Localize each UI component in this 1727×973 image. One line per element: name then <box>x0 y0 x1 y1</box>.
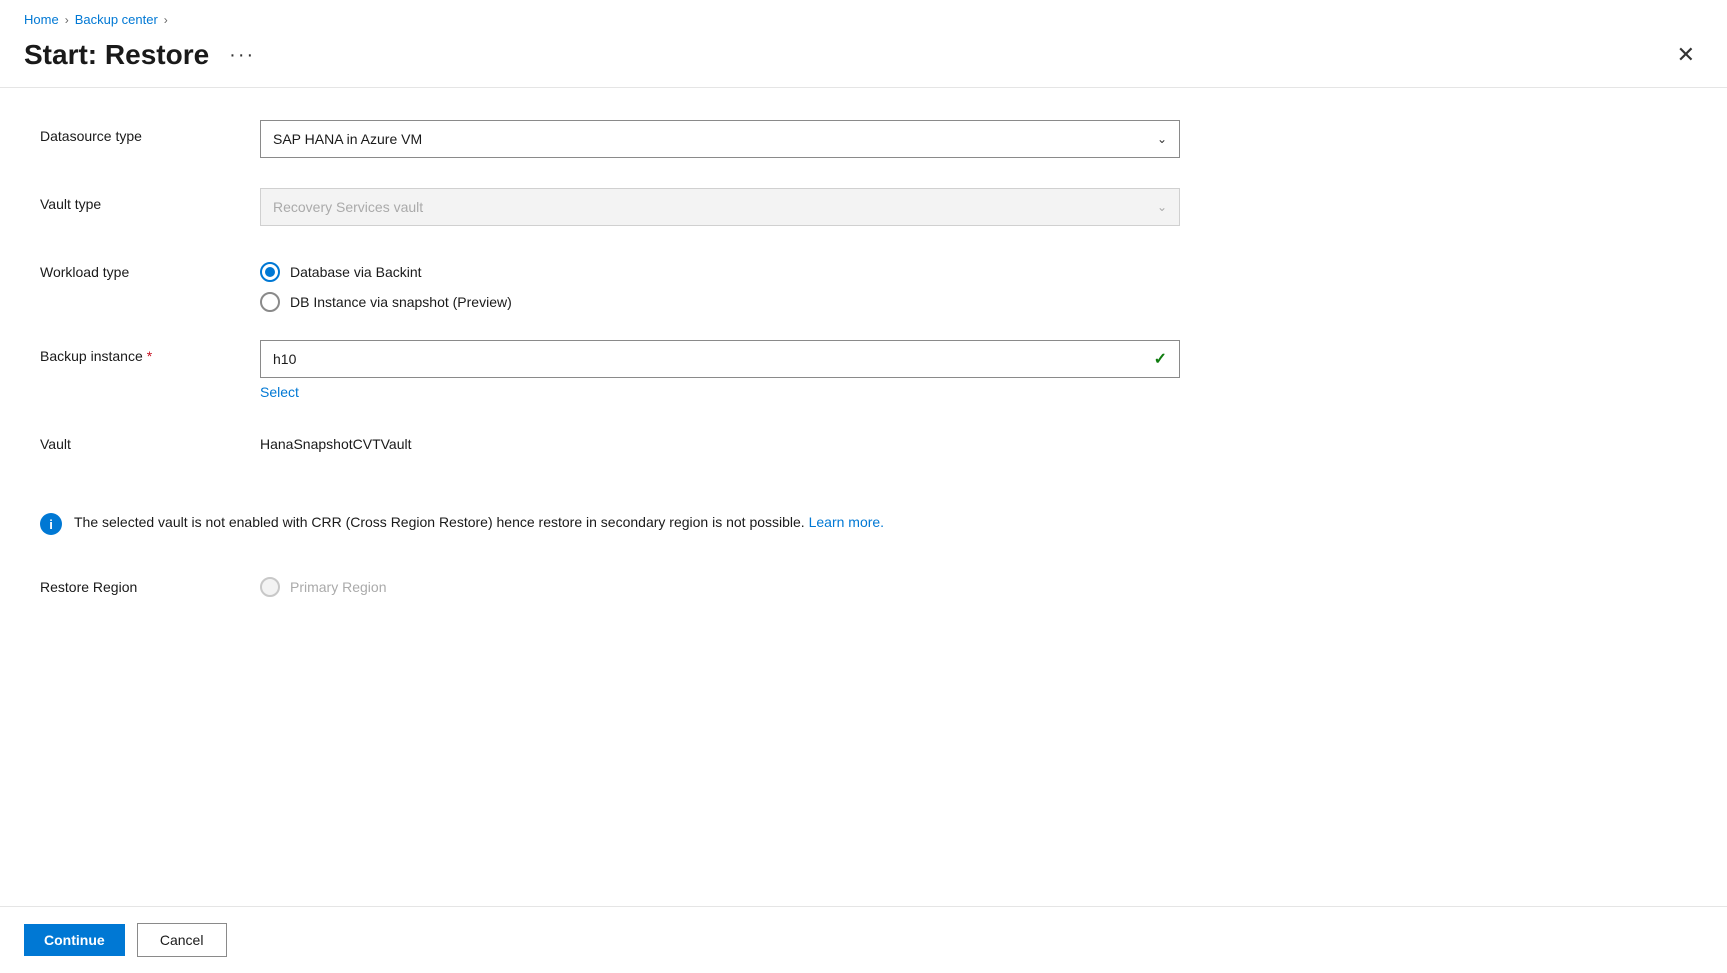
radio-snapshot-circle <box>260 292 280 312</box>
workload-type-label: Workload type <box>40 256 260 280</box>
vault-label: Vault <box>40 428 260 452</box>
restore-region-radio-group: Primary Region <box>260 571 1180 597</box>
header-left: Start: Restore ··· <box>24 39 263 71</box>
chevron-down-icon: ⌄ <box>1157 132 1167 146</box>
page-title: Start: Restore <box>24 39 209 71</box>
restore-region-row: Restore Region Primary Region <box>40 571 1687 611</box>
workload-type-radio-group: Database via Backint DB Instance via sna… <box>260 256 1180 312</box>
continue-button[interactable]: Continue <box>24 924 125 956</box>
more-options-button[interactable]: ··· <box>221 40 263 71</box>
chevron-down-icon: ⌄ <box>1157 200 1167 214</box>
workload-type-control: Database via Backint DB Instance via sna… <box>260 256 1180 312</box>
restore-region-primary-label: Primary Region <box>290 579 386 595</box>
backup-instance-control: h10 ✓ Select <box>260 340 1180 400</box>
vault-control: HanaSnapshotCVTVault <box>260 428 1180 452</box>
restore-region-label: Restore Region <box>40 571 260 595</box>
datasource-type-value: SAP HANA in Azure VM <box>273 131 422 147</box>
backup-instance-input: h10 ✓ <box>260 340 1180 378</box>
vault-type-control: Recovery Services vault ⌄ <box>260 188 1180 226</box>
breadcrumb-backup-center[interactable]: Backup center <box>75 12 158 27</box>
required-indicator: * <box>147 348 152 364</box>
info-banner: i The selected vault is not enabled with… <box>40 496 1687 551</box>
radio-backint-circle <box>260 262 280 282</box>
workload-type-snapshot-option[interactable]: DB Instance via snapshot (Preview) <box>260 292 1180 312</box>
datasource-type-control: SAP HANA in Azure VM ⌄ <box>260 120 1180 158</box>
datasource-type-label: Datasource type <box>40 120 260 144</box>
breadcrumb-sep1: › <box>65 13 69 27</box>
workload-type-row: Workload type Database via Backint DB In… <box>40 256 1687 312</box>
vault-value: HanaSnapshotCVTVault <box>260 428 1180 452</box>
backup-instance-label: Backup instance * <box>40 340 260 364</box>
workload-type-snapshot-label: DB Instance via snapshot (Preview) <box>290 294 512 310</box>
breadcrumb-home[interactable]: Home <box>24 12 59 27</box>
datasource-type-select[interactable]: SAP HANA in Azure VM ⌄ <box>260 120 1180 158</box>
learn-more-link[interactable]: Learn more. <box>809 514 884 530</box>
page-header: Start: Restore ··· ✕ <box>0 31 1727 87</box>
info-icon: i <box>40 513 62 535</box>
check-icon: ✓ <box>1154 349 1167 369</box>
vault-type-row: Vault type Recovery Services vault ⌄ <box>40 188 1687 228</box>
datasource-type-row: Datasource type SAP HANA in Azure VM ⌄ <box>40 120 1687 160</box>
footer: Continue Cancel <box>0 906 1727 973</box>
close-button[interactable]: ✕ <box>1669 40 1703 70</box>
vault-row: Vault HanaSnapshotCVTVault <box>40 428 1687 468</box>
info-banner-text: The selected vault is not enabled with C… <box>74 512 884 533</box>
backup-instance-value: h10 <box>273 351 296 367</box>
backup-instance-row: Backup instance * h10 ✓ Select <box>40 340 1687 400</box>
restore-region-primary-option: Primary Region <box>260 577 1180 597</box>
workload-type-backint-option[interactable]: Database via Backint <box>260 262 1180 282</box>
restore-region-control: Primary Region <box>260 571 1180 597</box>
workload-type-backint-label: Database via Backint <box>290 264 422 280</box>
radio-primary-circle <box>260 577 280 597</box>
backup-instance-select-link[interactable]: Select <box>260 384 299 400</box>
cancel-button[interactable]: Cancel <box>137 923 227 957</box>
main-content: Datasource type SAP HANA in Azure VM ⌄ V… <box>0 88 1727 906</box>
vault-type-placeholder: Recovery Services vault <box>273 199 423 215</box>
breadcrumb-sep2: › <box>164 13 168 27</box>
vault-type-select: Recovery Services vault ⌄ <box>260 188 1180 226</box>
breadcrumb: Home › Backup center › <box>0 0 1727 31</box>
vault-type-label: Vault type <box>40 188 260 212</box>
